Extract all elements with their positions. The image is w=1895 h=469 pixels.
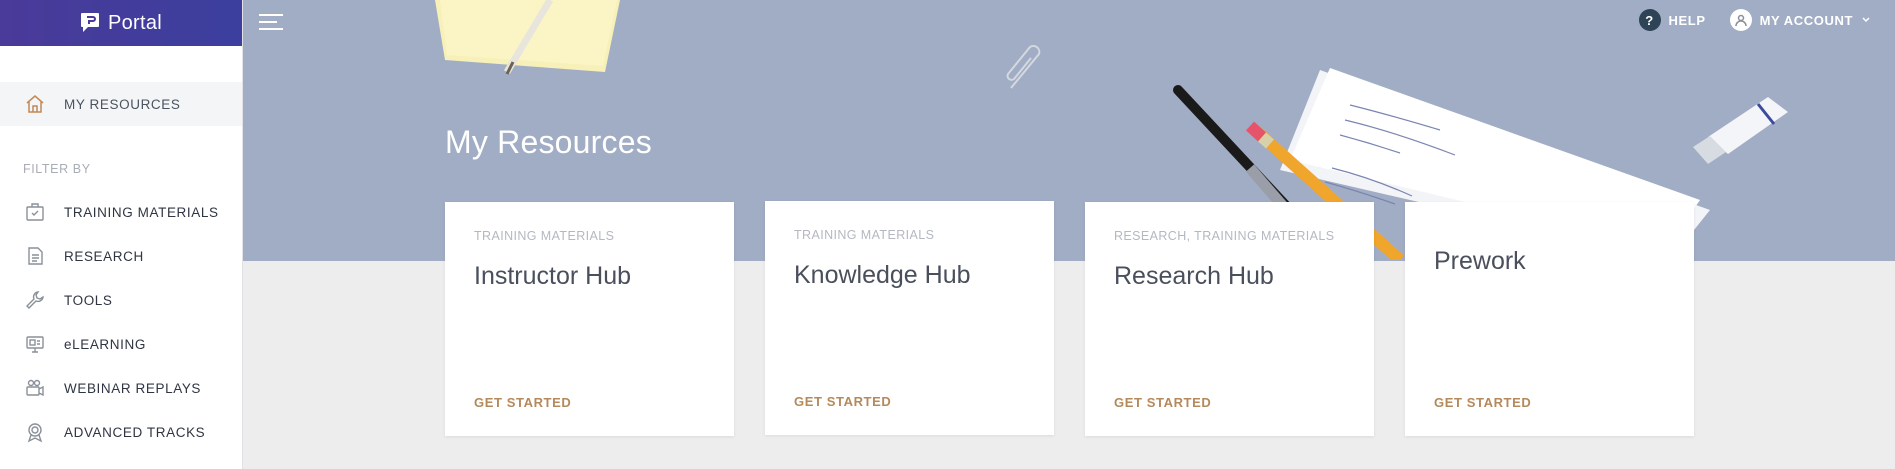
sidebar-item-label: eLEARNING <box>64 336 146 352</box>
sidebar-item-webinar-replays[interactable]: WEBINAR REPLAYS <box>0 366 242 410</box>
document-icon <box>28 247 43 265</box>
my-account-menu[interactable]: MY ACCOUNT <box>1729 9 1871 31</box>
menu-hamburger-icon[interactable] <box>258 13 284 31</box>
get-started-link[interactable]: GET STARTED <box>1114 395 1211 410</box>
sidebar-item-advanced-tracks[interactable]: ADVANCED TRACKS <box>0 410 242 454</box>
sidebar-nav: MY RESOURCES FILTER BY TRAINING MATERIAL… <box>0 46 242 454</box>
sidebar-item-training-materials[interactable]: TRAINING MATERIALS <box>0 190 242 234</box>
help-button[interactable]: ? HELP <box>1638 9 1706 31</box>
badge-icon <box>27 423 43 443</box>
video-camera-icon <box>26 379 44 397</box>
resource-card-instructor-hub[interactable]: TRAINING MATERIALS Instructor Hub GET ST… <box>445 202 734 436</box>
get-started-link[interactable]: GET STARTED <box>1434 395 1531 410</box>
sidebar-item-elearning[interactable]: eLEARNING <box>0 322 242 366</box>
card-title: Instructor Hub <box>474 262 632 290</box>
resource-card-research-hub[interactable]: RESEARCH, TRAINING MATERIALS Research Hu… <box>1085 202 1374 436</box>
resource-card-knowledge-hub[interactable]: TRAINING MATERIALS Knowledge Hub GET STA… <box>765 201 1054 435</box>
sidebar-item-label: TOOLS <box>64 292 113 308</box>
user-avatar-icon <box>1729 9 1752 31</box>
card-category: RESEARCH, TRAINING MATERIALS <box>1114 229 1335 243</box>
wrench-icon <box>26 291 44 309</box>
sidebar: Portal MY RESOURCES FILTER BY TRAINING M… <box>0 0 243 469</box>
chevron-down-icon <box>1862 17 1870 23</box>
sidebar-item-tools[interactable]: TOOLS <box>0 278 242 322</box>
card-title: Prework <box>1434 247 1526 275</box>
brand-name: Portal <box>107 11 163 34</box>
help-label: HELP <box>1668 12 1706 28</box>
sidebar-item-research[interactable]: RESEARCH <box>0 234 242 278</box>
sidebar-item-label: TRAINING MATERIALS <box>64 204 219 220</box>
portal-logo-icon <box>80 13 99 32</box>
brand-header[interactable]: Portal <box>0 0 242 46</box>
home-icon <box>26 95 44 113</box>
sidebar-item-label: WEBINAR REPLAYS <box>64 380 202 396</box>
sidebar-item-label: ADVANCED TRACKS <box>64 424 206 440</box>
header-actions: ? HELP MY ACCOUNT <box>1638 9 1871 31</box>
training-materials-icon <box>26 203 44 221</box>
resource-card-prework[interactable]: Prework GET STARTED <box>1405 202 1694 436</box>
monitor-icon <box>26 336 44 353</box>
sidebar-item-my-resources[interactable]: MY RESOURCES <box>0 82 242 126</box>
card-category: TRAINING MATERIALS <box>474 229 615 243</box>
card-title: Knowledge Hub <box>794 261 971 289</box>
sidebar-item-label: MY RESOURCES <box>64 96 181 112</box>
sidebar-item-label: RESEARCH <box>64 248 144 264</box>
get-started-link[interactable]: GET STARTED <box>474 395 571 410</box>
get-started-link[interactable]: GET STARTED <box>794 394 891 409</box>
filter-by-label: FILTER BY <box>23 162 91 176</box>
card-category: TRAINING MATERIALS <box>794 228 935 242</box>
page-title: My Resources <box>445 124 652 160</box>
help-icon: ? <box>1638 9 1661 31</box>
card-title: Research Hub <box>1114 262 1274 290</box>
my-account-label: MY ACCOUNT <box>1759 12 1853 28</box>
